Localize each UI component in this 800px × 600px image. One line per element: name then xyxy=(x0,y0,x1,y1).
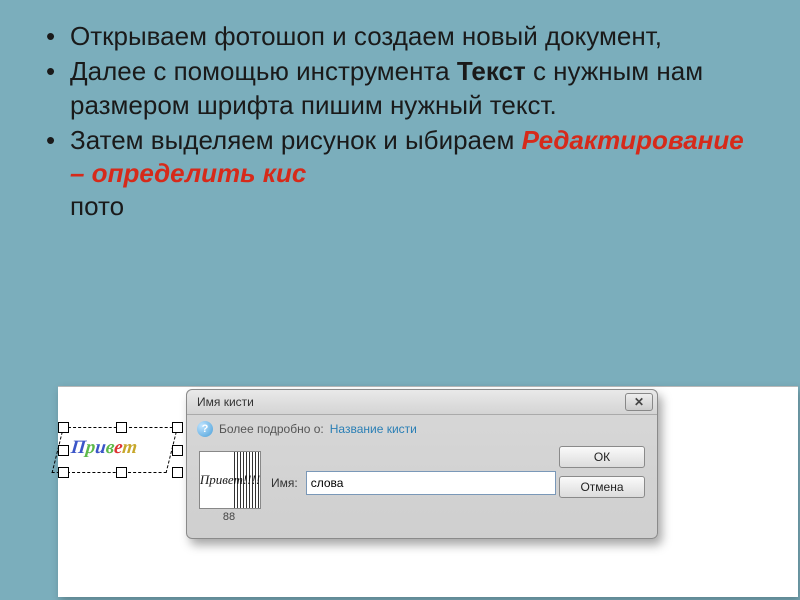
dialog-title-text: Имя кисти xyxy=(197,395,254,409)
canvas-transform-sample: Привет xyxy=(63,427,178,473)
dialog-buttons: ОК Отмена xyxy=(559,446,645,498)
dialog-info-prefix: Более подробно о: xyxy=(219,422,324,436)
bullet-3-tail: пото xyxy=(70,191,124,221)
brush-name-dialog: Имя кисти ✕ ? Более подробно о: Название… xyxy=(186,389,658,539)
handle-top-right[interactable] xyxy=(172,422,183,433)
cancel-button[interactable]: Отмена xyxy=(559,476,645,498)
brush-thumb-caption: 88 xyxy=(199,511,259,523)
bullet-2-bold: Текст xyxy=(457,56,526,86)
handle-mid-right[interactable] xyxy=(172,445,183,456)
info-icon: ? xyxy=(197,421,213,437)
handle-bot-mid[interactable] xyxy=(116,467,127,478)
handle-mid-left[interactable] xyxy=(58,445,69,456)
bullet-3-pre: Затем выделяем рисунок и ыбираем xyxy=(70,125,522,155)
dialog-info-row: ? Более подробно о: Название кисти xyxy=(187,415,657,443)
dialog-info-link[interactable]: Название кисти xyxy=(330,422,417,436)
handle-top-mid[interactable] xyxy=(116,422,127,433)
close-icon: ✕ xyxy=(634,395,644,409)
canvas-sample-text: Привет xyxy=(70,437,138,459)
slide-body: Открываем фотошоп и создаем новый докуме… xyxy=(0,0,800,224)
name-row: Имя: xyxy=(271,471,556,495)
brush-thumb-stripes xyxy=(234,452,260,508)
bullet-2: Далее с помощью инструмента Текст с нужн… xyxy=(44,55,756,122)
brush-thumbnail-image: Привет!!!! xyxy=(199,451,261,509)
illustration-panel: Привет Имя кисти ✕ ? Более подробно о: Н… xyxy=(58,386,798,597)
bullet-3: Затем выделяем рисунок и ыбираем Редакти… xyxy=(44,124,756,224)
name-label: Имя: xyxy=(271,476,298,490)
handle-bot-right[interactable] xyxy=(172,467,183,478)
close-button[interactable]: ✕ xyxy=(625,393,653,411)
ok-button[interactable]: ОК xyxy=(559,446,645,468)
bullet-1: Открываем фотошоп и создаем новый докуме… xyxy=(44,20,756,53)
dialog-titlebar[interactable]: Имя кисти ✕ xyxy=(187,390,657,415)
handle-top-left[interactable] xyxy=(58,422,69,433)
bullet-list: Открываем фотошоп и создаем новый докуме… xyxy=(44,20,756,224)
brush-thumbnail: Привет!!!! 88 xyxy=(199,451,259,523)
bullet-2-pre: Далее с помощью инструмента xyxy=(70,56,457,86)
handle-bot-left[interactable] xyxy=(58,467,69,478)
bullet-1-text: Открываем фотошоп и создаем новый докуме… xyxy=(70,21,662,51)
brush-name-input[interactable] xyxy=(306,471,556,495)
